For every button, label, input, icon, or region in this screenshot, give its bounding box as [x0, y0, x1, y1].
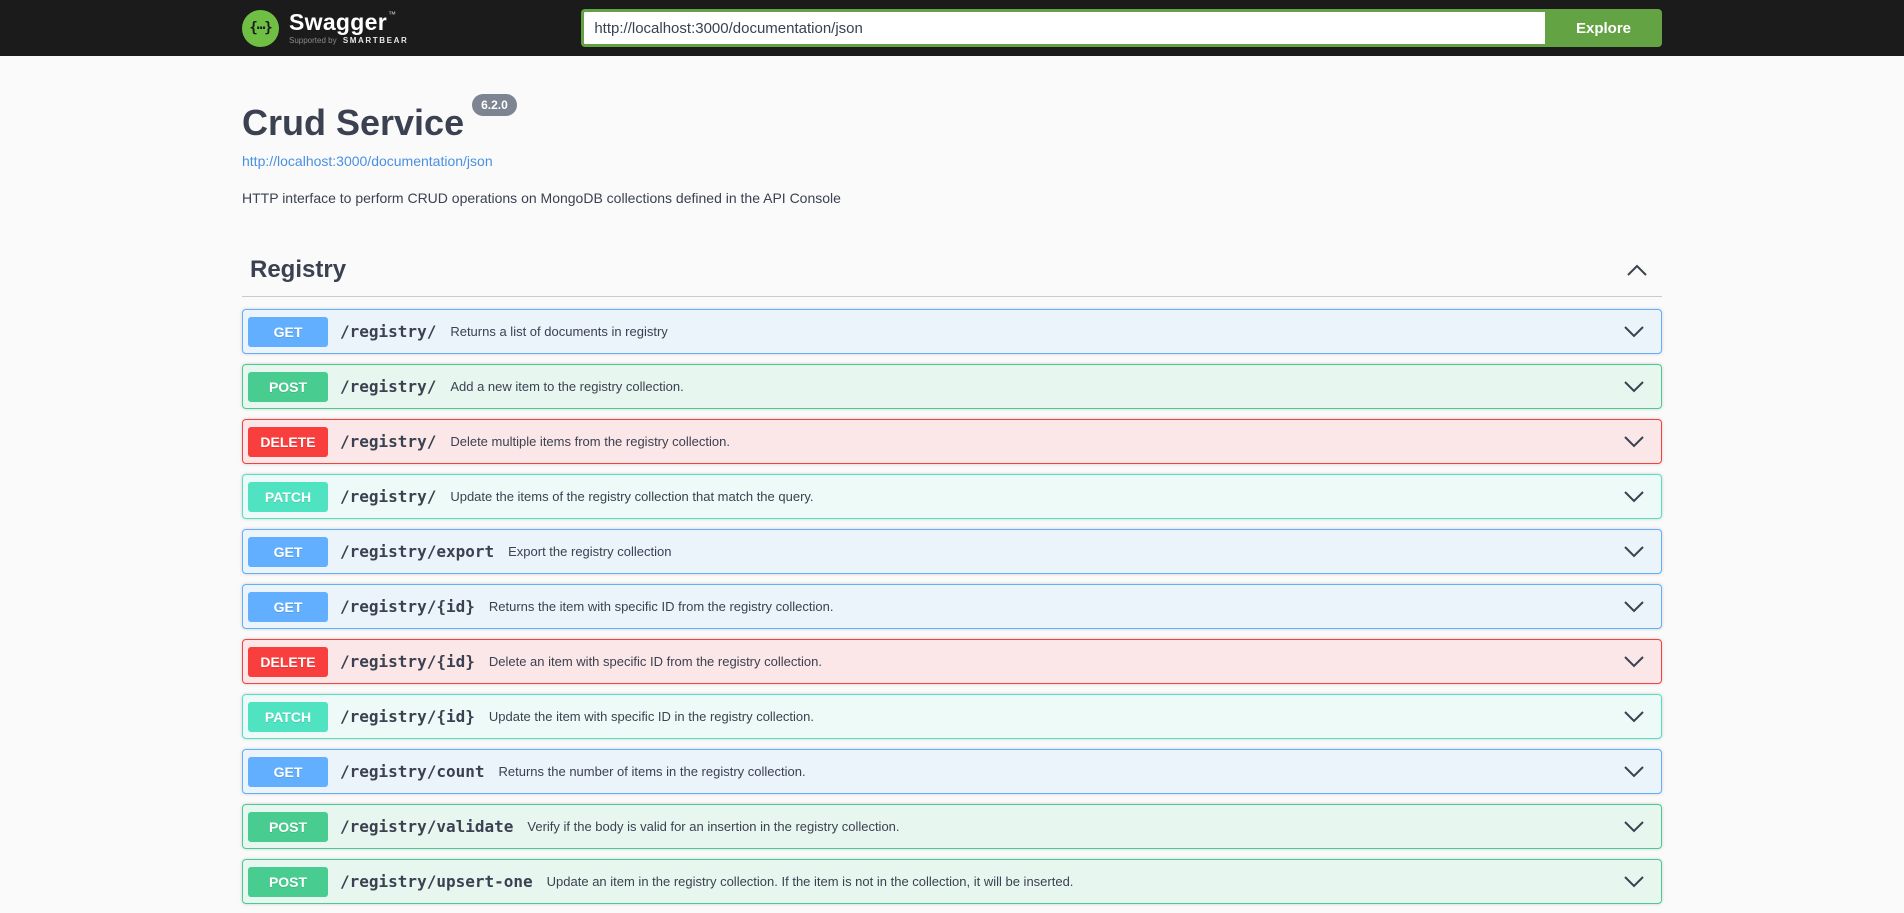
endpoint-row[interactable]: GET /registry/ Returns a list of documen…: [242, 309, 1662, 354]
method-badge: PATCH: [248, 702, 328, 732]
version-badge: 6.2.0: [472, 94, 517, 116]
chevron-down-icon[interactable]: [1623, 655, 1645, 669]
endpoint-description: Add a new item to the registry collectio…: [450, 379, 683, 394]
registry-section: Registry GET /registry/ Returns a list o…: [242, 256, 1662, 904]
endpoint-path: /registry/: [340, 487, 436, 506]
endpoint-row[interactable]: DELETE /registry/ Delete multiple items …: [242, 419, 1662, 464]
topbar: {⋯} Swagger™ Supported by SMARTBEAR Expl…: [0, 0, 1904, 56]
chevron-up-icon[interactable]: [1626, 263, 1648, 277]
method-badge: GET: [248, 317, 328, 347]
supported-by-label: Supported by: [289, 36, 337, 45]
endpoint-path: /registry/{id}: [340, 707, 475, 726]
endpoint-path: /registry/: [340, 377, 436, 396]
endpoint-description: Update an item in the registry collectio…: [547, 874, 1074, 889]
endpoint-row[interactable]: PATCH /registry/ Update the items of the…: [242, 474, 1662, 519]
endpoint-description: Verify if the body is valid for an inser…: [527, 819, 899, 834]
swagger-wordmark: Swagger™ Supported by SMARTBEAR: [289, 11, 408, 45]
swagger-logo[interactable]: {⋯} Swagger™ Supported by SMARTBEAR: [242, 10, 408, 47]
api-title-text: Crud Service: [242, 102, 464, 143]
endpoint-row[interactable]: GET /registry/{id} Returns the item with…: [242, 584, 1662, 629]
api-description: HTTP interface to perform CRUD operation…: [242, 190, 1662, 206]
endpoint-path: /registry/: [340, 432, 436, 451]
endpoint-row[interactable]: POST /registry/validate Verify if the bo…: [242, 804, 1662, 849]
endpoint-description: Update the items of the registry collect…: [450, 489, 813, 504]
endpoint-path: /registry/: [340, 322, 436, 341]
section-header-registry[interactable]: Registry: [242, 256, 1662, 297]
method-badge: PATCH: [248, 482, 328, 512]
chevron-down-icon[interactable]: [1623, 490, 1645, 504]
chevron-down-icon[interactable]: [1623, 820, 1645, 834]
swagger-logo-icon: {⋯}: [242, 10, 279, 47]
chevron-down-icon[interactable]: [1623, 435, 1645, 449]
endpoint-path: /registry/{id}: [340, 652, 475, 671]
endpoint-row[interactable]: GET /registry/count Returns the number o…: [242, 749, 1662, 794]
endpoint-path: /registry/upsert-one: [340, 872, 533, 891]
supported-by-line: Supported by SMARTBEAR: [289, 37, 408, 45]
swagger-logo-text: Swagger: [289, 9, 387, 35]
endpoint-description: Delete multiple items from the registry …: [450, 434, 730, 449]
spec-url-input[interactable]: [581, 9, 1545, 47]
endpoint-description: Returns the item with specific ID from t…: [489, 599, 834, 614]
section-title: Registry: [250, 256, 346, 284]
smartbear-brand: SMARTBEAR: [343, 36, 409, 45]
explore-button[interactable]: Explore: [1545, 9, 1662, 47]
endpoint-description: Returns the number of items in the regis…: [499, 764, 806, 779]
chevron-down-icon[interactable]: [1623, 600, 1645, 614]
method-badge: POST: [248, 812, 328, 842]
endpoint-description: Returns a list of documents in registry: [450, 324, 667, 339]
chevron-down-icon[interactable]: [1623, 325, 1645, 339]
endpoint-description: Update the item with specific ID in the …: [489, 709, 814, 724]
method-badge: DELETE: [248, 427, 328, 457]
endpoint-row[interactable]: POST /registry/upsert-one Update an item…: [242, 859, 1662, 904]
method-badge: POST: [248, 867, 328, 897]
endpoint-row[interactable]: DELETE /registry/{id} Delete an item wit…: [242, 639, 1662, 684]
chevron-down-icon[interactable]: [1623, 710, 1645, 724]
method-badge: GET: [248, 592, 328, 622]
endpoint-row[interactable]: PATCH /registry/{id} Update the item wit…: [242, 694, 1662, 739]
endpoint-path: /registry/export: [340, 542, 494, 561]
chevron-down-icon[interactable]: [1623, 380, 1645, 394]
method-badge: DELETE: [248, 647, 328, 677]
info-section: Crud Service6.2.0 http://localhost:3000/…: [242, 56, 1662, 206]
method-badge: POST: [248, 372, 328, 402]
endpoint-row[interactable]: GET /registry/export Export the registry…: [242, 529, 1662, 574]
method-badge: GET: [248, 757, 328, 787]
chevron-down-icon[interactable]: [1623, 875, 1645, 889]
endpoint-description: Delete an item with specific ID from the…: [489, 654, 822, 669]
endpoint-path: /registry/{id}: [340, 597, 475, 616]
endpoint-path: /registry/count: [340, 762, 485, 781]
chevron-down-icon[interactable]: [1623, 545, 1645, 559]
endpoint-list: GET /registry/ Returns a list of documen…: [242, 309, 1662, 904]
spec-url-form: Explore: [581, 9, 1662, 47]
endpoint-path: /registry/validate: [340, 817, 513, 836]
trademark-symbol: ™: [388, 10, 396, 19]
page-title: Crud Service6.2.0: [242, 102, 1662, 144]
chevron-down-icon[interactable]: [1623, 765, 1645, 779]
main-content: Crud Service6.2.0 http://localhost:3000/…: [222, 56, 1682, 904]
endpoint-description: Export the registry collection: [508, 544, 671, 559]
endpoint-row[interactable]: POST /registry/ Add a new item to the re…: [242, 364, 1662, 409]
method-badge: GET: [248, 537, 328, 567]
spec-link[interactable]: http://localhost:3000/documentation/json: [242, 153, 493, 169]
